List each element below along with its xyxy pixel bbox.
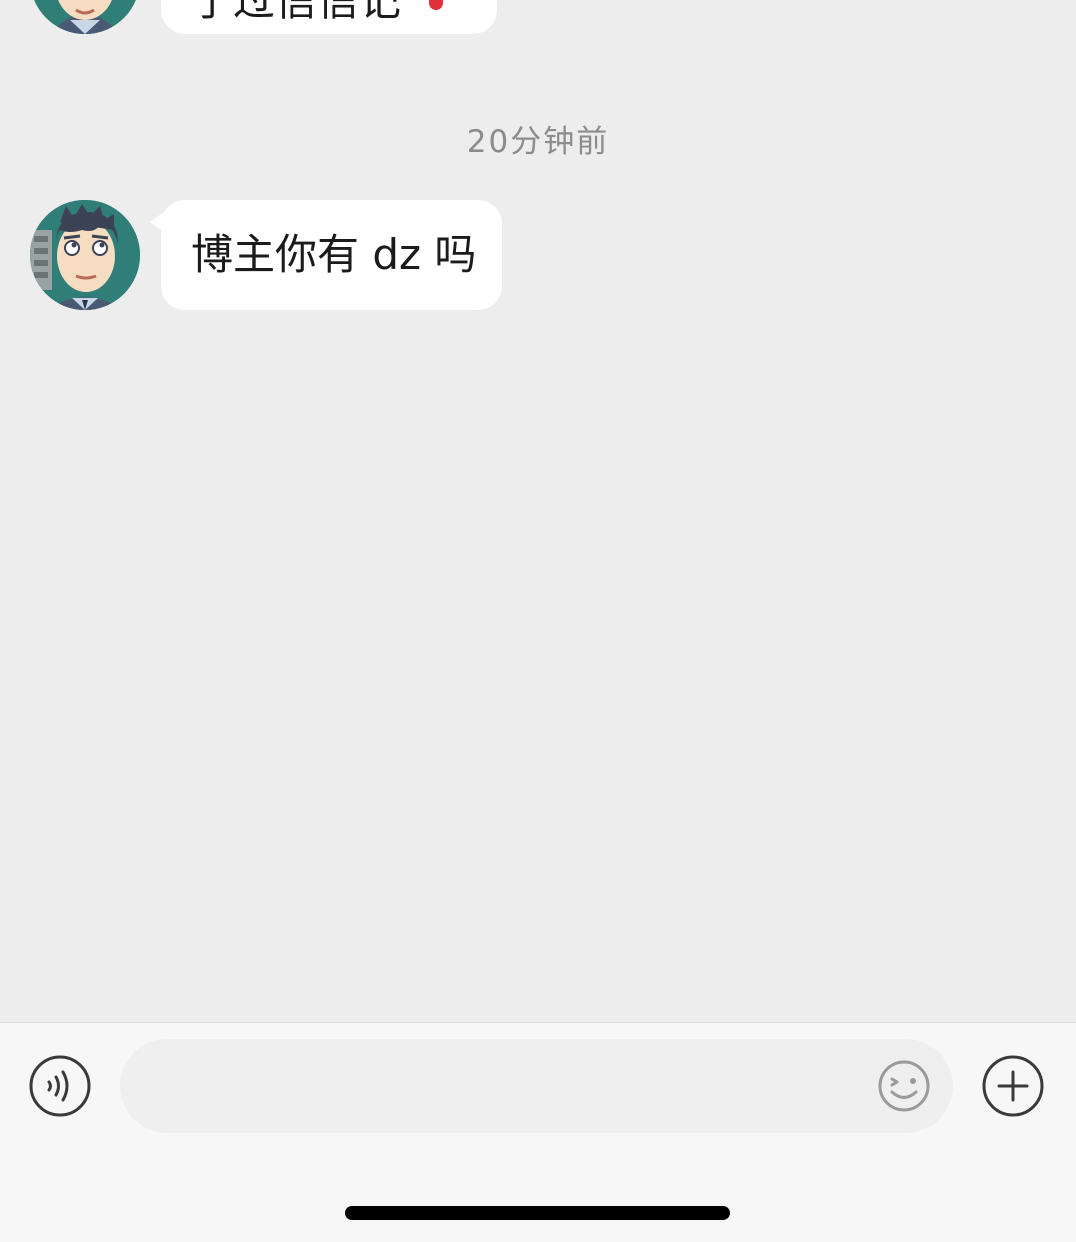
voice-input-button[interactable] [29, 1055, 91, 1117]
sender-avatar[interactable] [30, 0, 140, 34]
home-indicator[interactable] [345, 1206, 730, 1220]
smiley-face-icon [878, 1060, 930, 1112]
chat-message-list[interactable]: 了过信信记 20分钟前 博主你有 dz 吗 [0, 0, 1076, 1022]
message-text: 了过信信记 [191, 0, 402, 25]
more-actions-button[interactable] [982, 1055, 1044, 1117]
voice-wave-icon [29, 1055, 91, 1117]
message-bubble[interactable]: 了过信信记 [161, 0, 497, 34]
avatar-portrait-icon [30, 0, 140, 34]
message-text: 博主你有 dz 吗 [191, 230, 477, 279]
avatar-portrait-icon [30, 200, 140, 310]
message-timestamp: 20分钟前 [466, 124, 610, 160]
message-input-field[interactable] [120, 1039, 953, 1133]
heart-emoji-icon [429, 0, 443, 10]
sender-avatar[interactable] [30, 200, 140, 310]
message-bubble[interactable]: 博主你有 dz 吗 [161, 200, 502, 310]
plus-circle-icon [982, 1055, 1044, 1117]
message-input[interactable] [156, 1057, 860, 1117]
emoji-button[interactable] [877, 1059, 931, 1113]
